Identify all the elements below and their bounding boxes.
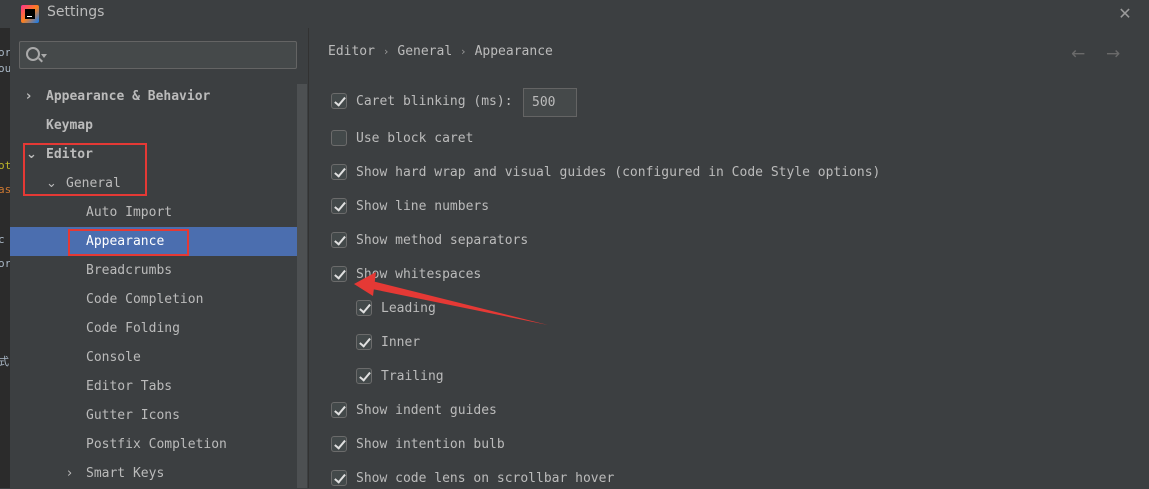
caret-blinking-ms-field[interactable]: 500 bbox=[523, 88, 577, 117]
checkbox[interactable] bbox=[331, 266, 347, 282]
chevron-down-icon: ⌄ bbox=[26, 147, 37, 162]
sidebar-item-editor-tabs[interactable]: Editor Tabs bbox=[10, 372, 298, 401]
sidebar-item-label: Console bbox=[86, 350, 141, 365]
checkbox[interactable] bbox=[331, 470, 347, 486]
checkbox-label: Use block caret bbox=[356, 131, 474, 146]
back-arrow-icon[interactable]: ← bbox=[1071, 45, 1085, 63]
checkbox-label: Inner bbox=[381, 335, 421, 350]
checkbox-label: Show indent guides bbox=[356, 403, 497, 418]
sidebar-item-label: Keymap bbox=[46, 118, 93, 133]
breadcrumb-item: Appearance bbox=[474, 44, 553, 59]
background-code-fragment: ra bbox=[0, 28, 10, 31]
search-icon bbox=[26, 47, 40, 61]
background-code-fragment: or bbox=[0, 257, 10, 270]
sidebar-item-label: Breadcrumbs bbox=[86, 263, 173, 278]
sidebar-item-label: Editor Tabs bbox=[86, 379, 173, 394]
checkbox-label: Show method separators bbox=[356, 233, 529, 248]
background-code-fragment: as bbox=[0, 183, 10, 196]
chevron-right-icon: › bbox=[67, 466, 73, 481]
sidebar-item-label: General bbox=[66, 176, 121, 191]
checkbox-label: Leading bbox=[381, 301, 436, 316]
sidebar-item-label: Gutter Icons bbox=[86, 408, 180, 423]
checkbox-label: Show hard wrap and visual guides (config… bbox=[356, 165, 881, 180]
search-input[interactable] bbox=[19, 41, 297, 69]
checkbox-label: Show whitespaces bbox=[356, 267, 482, 282]
background-code-fragment: c bbox=[0, 233, 5, 246]
chevron-down-icon bbox=[41, 54, 47, 58]
chevron-down-icon: ⌄ bbox=[46, 176, 57, 191]
sidebar-item-label: Auto Import bbox=[86, 205, 173, 220]
background-code-fragment: 式 bbox=[0, 355, 9, 368]
background-code-fragment: ou bbox=[0, 62, 10, 75]
sidebar-item-gutter-icons[interactable]: Gutter Icons bbox=[10, 401, 298, 430]
sidebar-scrollbar[interactable] bbox=[297, 84, 307, 488]
sidebar-item-label: Smart Keys bbox=[86, 466, 165, 481]
close-icon[interactable]: ✕ bbox=[1116, 5, 1134, 23]
sidebar-item-keymap[interactable]: Keymap bbox=[10, 111, 298, 140]
intellij-app-icon bbox=[21, 5, 39, 23]
sidebar-item-code-folding[interactable]: Code Folding bbox=[10, 314, 298, 343]
checkbox[interactable] bbox=[331, 130, 347, 146]
checkbox-label: Trailing bbox=[381, 369, 444, 384]
sidebar-item-label: Appearance bbox=[86, 234, 165, 249]
sidebar-item-smart-keys[interactable]: › Smart Keys bbox=[10, 459, 298, 488]
checkbox[interactable] bbox=[331, 436, 347, 452]
background-code-fragment: ot bbox=[0, 159, 10, 172]
sidebar-item-code-completion[interactable]: Code Completion bbox=[10, 285, 298, 314]
sidebar-item-breadcrumbs[interactable]: Breadcrumbs bbox=[10, 256, 298, 285]
checkbox[interactable] bbox=[331, 198, 347, 214]
title-bar: Settings ✕ bbox=[0, 0, 1149, 29]
checkbox-label: Show intention bulb bbox=[356, 437, 505, 452]
sidebar-item-label: Editor bbox=[46, 147, 93, 162]
breadcrumb-item[interactable]: General bbox=[397, 44, 452, 59]
sidebar-item-label: Code Folding bbox=[86, 321, 180, 336]
sidebar-item-general[interactable]: ⌄ General bbox=[10, 169, 298, 198]
window-title: Settings bbox=[47, 4, 105, 20]
breadcrumb-item[interactable]: Editor bbox=[328, 44, 375, 59]
checkbox[interactable] bbox=[356, 334, 372, 350]
checkbox[interactable] bbox=[331, 232, 347, 248]
chevron-right-icon: › bbox=[26, 89, 32, 104]
sidebar-item-appearance-behavior[interactable]: › Appearance & Behavior bbox=[10, 82, 298, 111]
settings-content: Editor › General › Appearance ← → Caret blin… bbox=[309, 28, 1149, 488]
breadcrumb-separator: › bbox=[461, 45, 466, 58]
checkbox[interactable] bbox=[331, 402, 347, 418]
forward-arrow-icon[interactable]: → bbox=[1106, 45, 1120, 63]
settings-sidebar: › Appearance & Behavior Keymap ⌄ Editor … bbox=[10, 28, 309, 488]
sidebar-item-postfix-completion[interactable]: Postfix Completion bbox=[10, 430, 298, 459]
checkbox-label: Show code lens on scrollbar hover bbox=[356, 471, 615, 486]
checkbox-label: Show line numbers bbox=[356, 199, 490, 214]
breadcrumb: Editor › General › Appearance bbox=[328, 44, 553, 59]
background-editor-strip: ra or ou ot as c or 式 bbox=[0, 28, 10, 488]
sidebar-item-appearance[interactable]: Appearance bbox=[10, 227, 298, 256]
sidebar-item-console[interactable]: Console bbox=[10, 343, 298, 372]
sidebar-item-label: Postfix Completion bbox=[86, 437, 227, 452]
checkbox[interactable] bbox=[331, 93, 347, 109]
sidebar-item-label: Code Completion bbox=[86, 292, 204, 307]
sidebar-item-auto-import[interactable]: Auto Import bbox=[10, 198, 298, 227]
sidebar-item-editor[interactable]: ⌄ Editor bbox=[10, 140, 298, 169]
checkbox-label: Caret blinking (ms): bbox=[356, 94, 513, 109]
checkbox[interactable] bbox=[331, 164, 347, 180]
checkbox[interactable] bbox=[356, 300, 372, 316]
sidebar-item-label: Appearance & Behavior bbox=[46, 89, 211, 104]
breadcrumb-separator: › bbox=[383, 45, 389, 58]
background-code-fragment: or bbox=[0, 46, 10, 59]
checkbox[interactable] bbox=[356, 368, 372, 384]
